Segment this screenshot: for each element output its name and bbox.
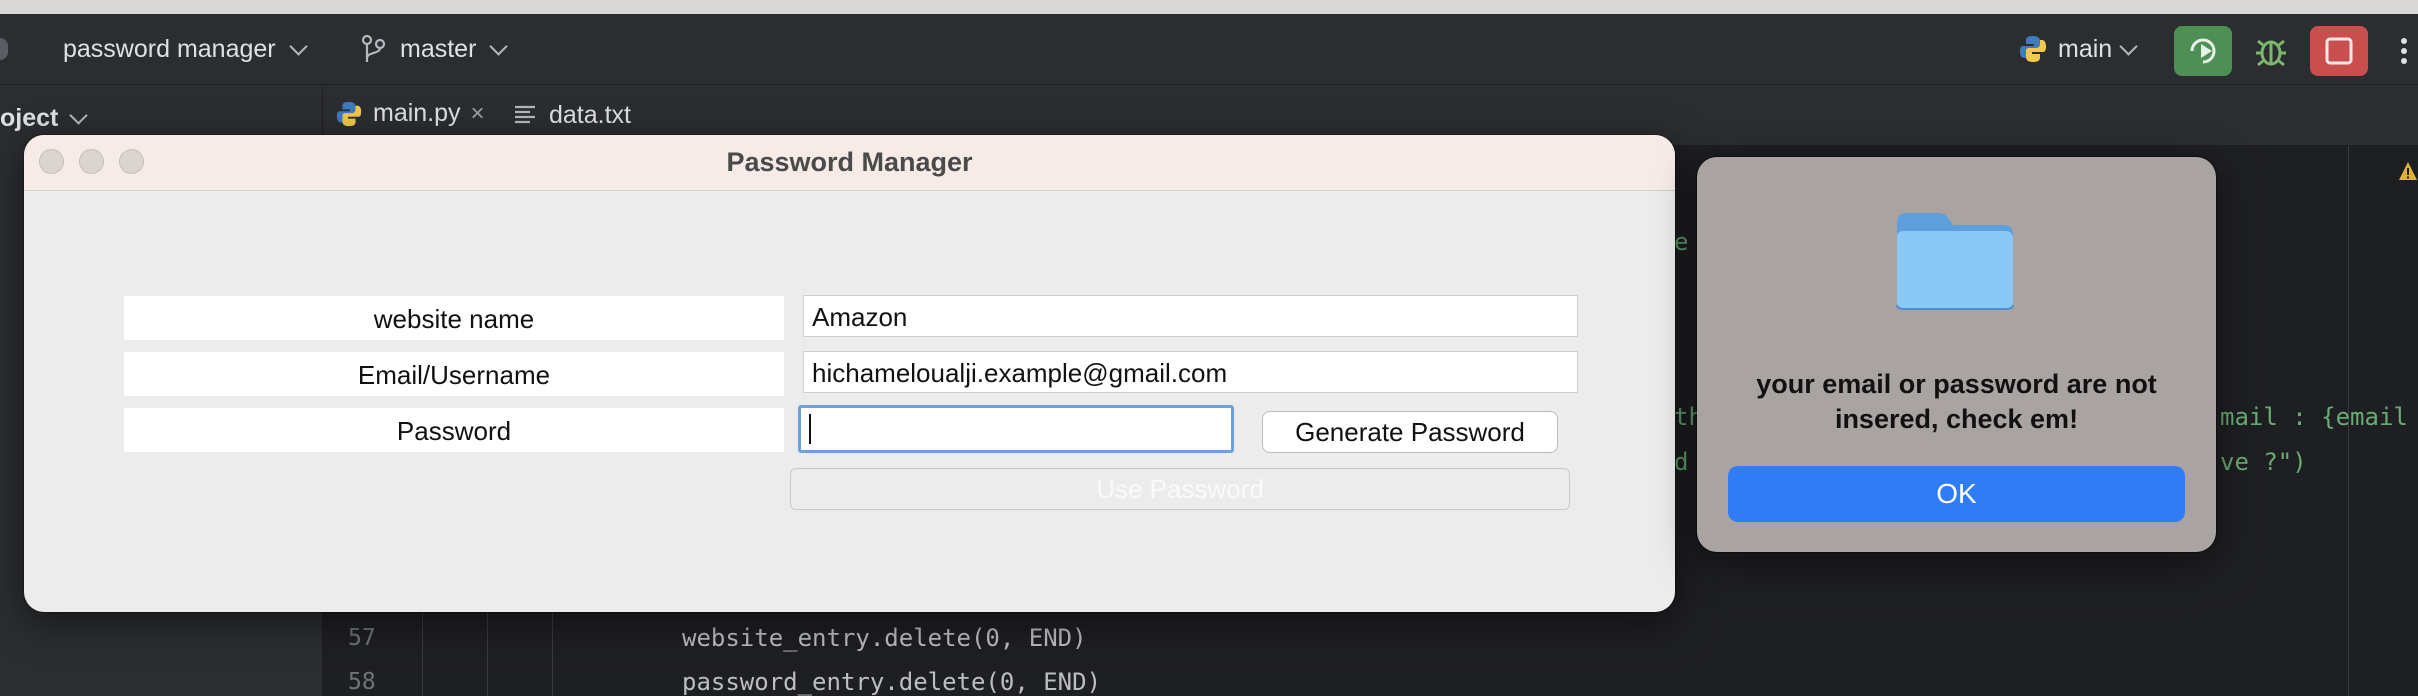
code-fragment: ve ?") bbox=[2220, 448, 2307, 476]
password-manager-window: Password Manager website name Email/User… bbox=[24, 135, 1675, 612]
project-panel-label: oject bbox=[0, 103, 59, 132]
text-caret bbox=[809, 414, 811, 445]
window-control-partial[interactable] bbox=[0, 14, 8, 84]
python-icon bbox=[2020, 36, 2046, 62]
email-input[interactable]: hichameloualji.example@gmail.com bbox=[803, 351, 1578, 393]
website-input-value: Amazon bbox=[812, 302, 908, 332]
run-config-label: main bbox=[2058, 34, 2113, 63]
tab-label: data.txt bbox=[549, 100, 631, 129]
window-title: Password Manager bbox=[726, 147, 973, 177]
folder-icon bbox=[1896, 213, 2014, 310]
ide-toolbar: password manager master main bbox=[0, 14, 2418, 85]
use-password-button[interactable]: Use Password bbox=[790, 468, 1570, 510]
line-number: 57 bbox=[348, 625, 376, 651]
close-window-button[interactable] bbox=[39, 149, 64, 174]
password-label: Password bbox=[124, 408, 784, 452]
more-vertical-icon bbox=[2401, 38, 2407, 64]
project-selector-label: password manager bbox=[63, 34, 276, 63]
website-label: website name bbox=[124, 296, 784, 340]
zoom-window-button[interactable] bbox=[119, 149, 144, 174]
minimize-window-button[interactable] bbox=[79, 149, 104, 174]
code-line: password_entry.delete(0, END) bbox=[682, 668, 1102, 696]
chevron-down-icon bbox=[288, 36, 308, 56]
website-input[interactable]: Amazon bbox=[803, 295, 1578, 337]
chevron-down-icon bbox=[2119, 36, 2138, 56]
window-titlebar[interactable]: Password Manager bbox=[24, 135, 1675, 191]
line-number: 58 bbox=[348, 669, 376, 695]
close-icon[interactable]: × bbox=[471, 100, 485, 128]
chevron-down-icon bbox=[69, 105, 89, 125]
alert-message: your email or password are not insered, … bbox=[1756, 369, 2157, 434]
branch-selector[interactable]: master bbox=[360, 14, 509, 84]
macos-top-strip bbox=[0, 0, 2418, 14]
password-input[interactable] bbox=[798, 405, 1234, 453]
branch-label: master bbox=[400, 34, 477, 63]
project-panel-header[interactable]: oject bbox=[0, 100, 89, 136]
text-file-icon bbox=[515, 105, 535, 124]
email-input-value: hichameloualji.example@gmail.com bbox=[812, 358, 1228, 388]
warning-icon[interactable] bbox=[2398, 160, 2418, 182]
debug-button[interactable] bbox=[2242, 26, 2300, 76]
run-config-selector[interactable]: main bbox=[2018, 14, 2138, 84]
code-fragment: mail : {email bbox=[2220, 403, 2408, 431]
code-fragment: e bbox=[1674, 228, 1689, 256]
alert-dialog: your email or password are not insered, … bbox=[1697, 157, 2216, 552]
generate-password-button[interactable]: Generate Password bbox=[1262, 411, 1558, 453]
email-label: Email/Username bbox=[124, 352, 784, 396]
more-actions-button[interactable] bbox=[2390, 26, 2418, 76]
python-icon bbox=[336, 101, 362, 126]
tab-label: main.py bbox=[373, 99, 461, 127]
stop-icon bbox=[2325, 37, 2353, 65]
project-selector[interactable]: password manager bbox=[63, 14, 308, 84]
bug-icon bbox=[2256, 39, 2286, 67]
code-fragment: d bbox=[1674, 448, 1689, 476]
code-line: website_entry.delete(0, END) bbox=[682, 624, 1087, 652]
ok-button[interactable]: OK bbox=[1728, 466, 2185, 522]
chevron-down-icon bbox=[489, 36, 509, 56]
rerun-button[interactable] bbox=[2174, 26, 2232, 76]
git-branch-icon bbox=[361, 34, 386, 62]
rerun-icon bbox=[2190, 38, 2216, 64]
stop-button[interactable] bbox=[2310, 26, 2368, 76]
